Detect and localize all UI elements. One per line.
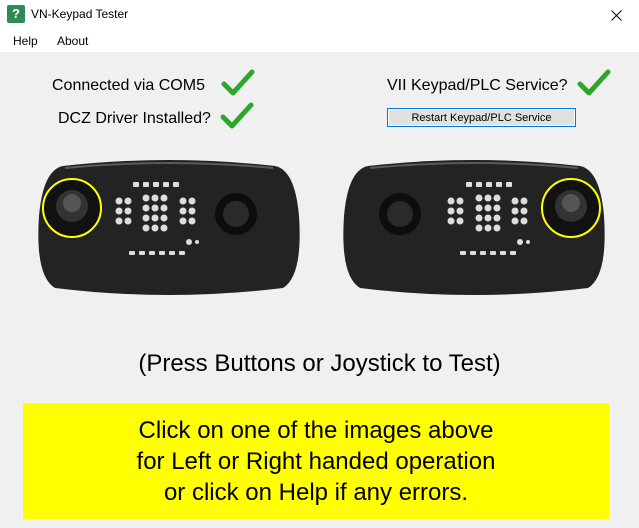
- menu-help[interactable]: Help: [13, 34, 38, 48]
- keypad-right-illustration: [343, 160, 605, 295]
- driver-status-label: DCZ Driver Installed?: [58, 110, 211, 127]
- question-icon: ?: [7, 5, 25, 23]
- connection-status-label: Connected via COM5: [52, 77, 205, 94]
- keypad-right-handed-image[interactable]: [338, 156, 610, 300]
- main-panel: Connected via COM5 DCZ Driver Installed?…: [0, 52, 639, 528]
- service-status-label: VII Keypad/PLC Service?: [387, 77, 568, 94]
- keypad-left-illustration: [38, 160, 300, 295]
- title-bar: ? VN-Keypad Tester: [0, 0, 639, 30]
- instruction-line: for Left or Right handed operation: [136, 447, 496, 475]
- press-instruction-text: (Press Buttons or Joystick to Test): [138, 350, 501, 377]
- window-title: VN-Keypad Tester: [31, 7, 129, 21]
- keypad-left-handed-image[interactable]: [33, 156, 305, 300]
- checkmark-icon: [221, 69, 255, 96]
- instructions-panel[interactable]: Click on one of the images above for Lef…: [23, 403, 609, 519]
- checkmark-icon: [577, 69, 611, 96]
- menu-about[interactable]: About: [57, 34, 88, 48]
- instruction-line: Click on one of the images above: [138, 416, 494, 444]
- checkmark-icon: [220, 102, 254, 129]
- restart-service-button[interactable]: Restart Keypad/PLC Service: [387, 108, 576, 127]
- instruction-line: or click on Help if any errors.: [163, 478, 469, 506]
- close-button[interactable]: [593, 0, 639, 30]
- menu-bar: Help About: [0, 30, 639, 52]
- close-icon: [610, 9, 622, 21]
